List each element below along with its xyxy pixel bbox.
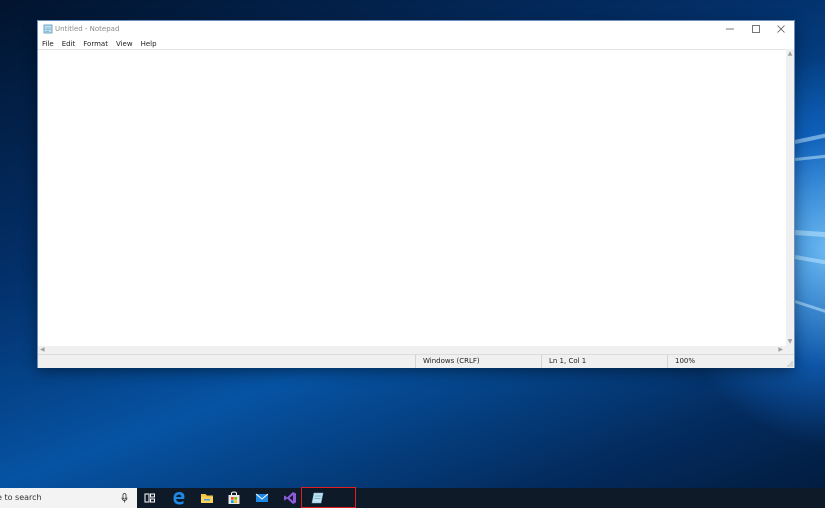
taskbar: e to search — [0, 487, 825, 508]
wallpaper-beam — [794, 300, 825, 322]
status-bar: Windows (CRLF) Ln 1, Col 1 100% — [38, 354, 794, 368]
minimize-icon — [726, 28, 734, 30]
vertical-scrollbar[interactable]: ▲ ▼ — [786, 49, 794, 346]
scrollbar-corner — [786, 346, 794, 354]
resize-grip-icon[interactable] — [786, 360, 793, 367]
scroll-down-icon[interactable]: ▼ — [786, 338, 794, 345]
status-zoom: 100% — [667, 355, 755, 368]
maximize-icon — [752, 25, 760, 33]
microphone-icon[interactable] — [121, 493, 128, 503]
scroll-right-icon[interactable]: ▶ — [778, 346, 783, 354]
notepad-window[interactable]: Untitled - Notepad File Edit Format View… — [38, 21, 794, 368]
horizontal-scrollbar[interactable]: ◀ ▶ — [38, 346, 786, 354]
close-button[interactable] — [768, 21, 794, 37]
wallpaper-beam — [794, 230, 825, 240]
store-icon[interactable] — [227, 491, 241, 505]
search-box[interactable]: e to search — [0, 488, 137, 508]
edge-icon[interactable] — [172, 491, 186, 505]
wallpaper-beam — [794, 151, 825, 161]
wallpaper-beam — [794, 127, 825, 144]
task-view-icon[interactable] — [143, 491, 157, 505]
window-title: Untitled - Notepad — [55, 25, 120, 33]
notepad-taskbar-highlight — [301, 487, 356, 508]
scroll-up-icon[interactable]: ▲ — [786, 50, 794, 57]
close-icon — [777, 25, 785, 33]
text-editor[interactable] — [38, 49, 786, 347]
title-bar[interactable]: Untitled - Notepad — [38, 21, 794, 37]
file-explorer-icon[interactable] — [200, 491, 214, 505]
visual-studio-icon[interactable] — [283, 491, 297, 505]
status-cursor-position: Ln 1, Col 1 — [541, 355, 666, 368]
notepad-icon — [43, 24, 53, 34]
minimize-button[interactable] — [717, 21, 743, 37]
scroll-left-icon[interactable]: ◀ — [40, 346, 45, 354]
search-placeholder: e to search — [0, 493, 42, 502]
wallpaper-beam — [794, 255, 825, 270]
mail-icon[interactable] — [255, 491, 269, 505]
maximize-button[interactable] — [743, 21, 769, 37]
status-line-ending: Windows (CRLF) — [415, 355, 540, 368]
